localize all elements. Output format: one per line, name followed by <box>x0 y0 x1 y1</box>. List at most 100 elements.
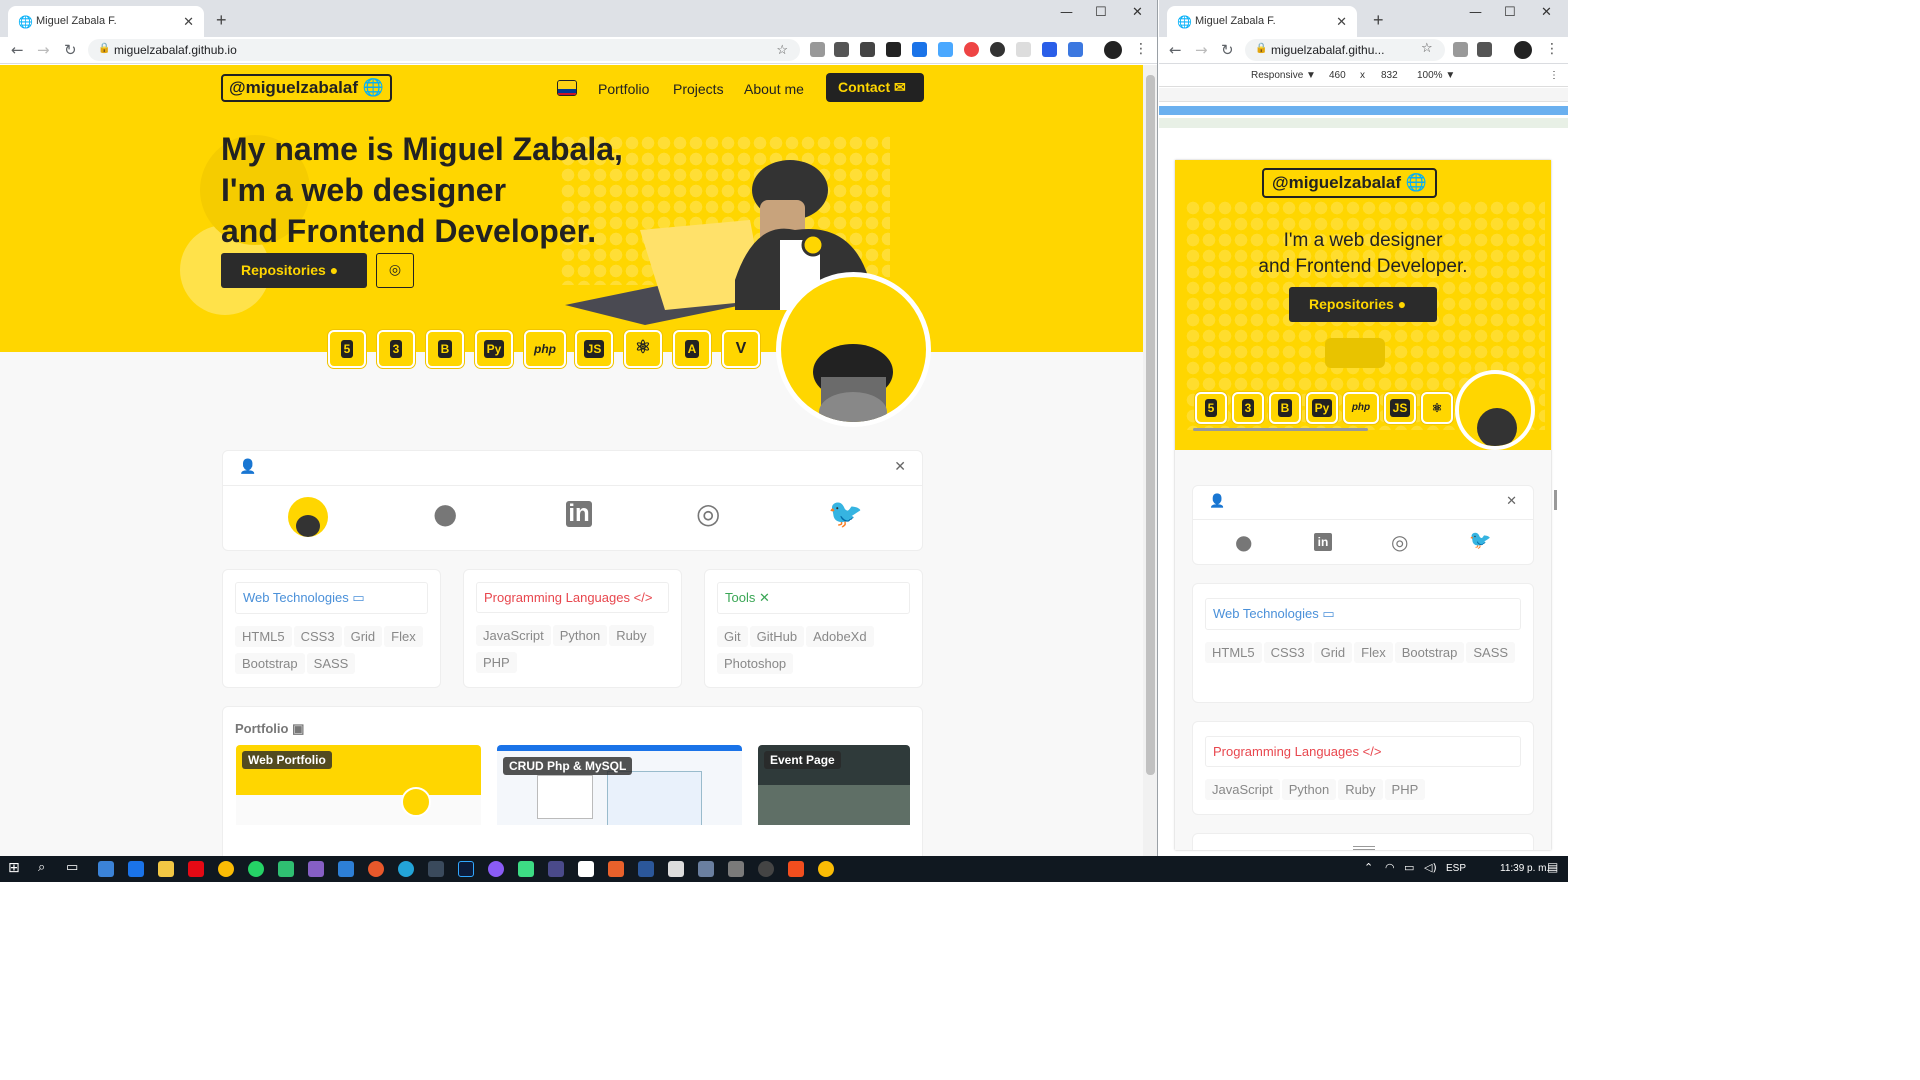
extension-icon-9[interactable] <box>1016 42 1031 57</box>
minimize-button[interactable]: — <box>1060 5 1073 20</box>
wifi-icon[interactable]: ◠ <box>1385 861 1395 874</box>
close-icon[interactable]: ✕ <box>894 459 906 475</box>
app-icon[interactable] <box>398 861 414 877</box>
extension-icon-7[interactable] <box>964 42 979 57</box>
extension-icon-10[interactable] <box>1042 42 1057 57</box>
instagram-icon[interactable]: ◎ <box>696 497 720 530</box>
task-view-icon[interactable]: ▭ <box>66 860 78 875</box>
close-window-button[interactable]: ✕ <box>1132 5 1143 20</box>
portfolio-item-event-page[interactable]: Event Page <box>758 745 910 825</box>
scrollbar-thumb[interactable] <box>1146 75 1155 775</box>
clock[interactable]: 11:39 p. m. <box>1500 863 1549 874</box>
close-window-button[interactable]: ✕ <box>1541 5 1552 20</box>
forward-icon[interactable]: → <box>1195 41 1208 59</box>
new-tab-button[interactable]: + <box>216 10 227 31</box>
repositories-button[interactable]: Repositories ● <box>1289 287 1437 322</box>
volume-icon[interactable]: ◁) <box>1424 861 1437 874</box>
profile-avatar[interactable] <box>1514 41 1532 59</box>
twitter-icon[interactable]: 🐦 <box>828 497 863 530</box>
photoshop-icon[interactable] <box>458 861 474 877</box>
bookmark-star-icon[interactable]: ☆ <box>776 42 788 58</box>
word-icon[interactable] <box>638 861 654 877</box>
extension-icon-11[interactable] <box>1068 42 1083 57</box>
portfolio-item-crud[interactable]: CRUD Php & MySQL <box>497 745 742 825</box>
browser-tab[interactable]: 🌐 Miguel Zabala F. ✕ <box>8 6 204 37</box>
chrome-icon[interactable] <box>818 861 834 877</box>
back-icon[interactable]: ← <box>11 41 24 59</box>
nav-about-me[interactable]: About me <box>744 81 804 97</box>
close-tab-icon[interactable]: ✕ <box>183 14 194 30</box>
forward-icon[interactable]: → <box>37 41 50 59</box>
extension-icon-4[interactable] <box>886 42 901 57</box>
bookmark-star-icon[interactable]: ☆ <box>1421 41 1433 56</box>
maximize-button[interactable]: ☐ <box>1095 5 1107 20</box>
colombia-flag-icon[interactable] <box>557 80 577 96</box>
extension-icon-3[interactable] <box>860 42 875 57</box>
nav-projects[interactable]: Projects <box>673 81 724 97</box>
extension-icon-2[interactable] <box>1477 42 1492 57</box>
repositories-button[interactable]: Repositories ● <box>221 253 367 288</box>
viewport-height-input[interactable]: 832 <box>1381 70 1398 81</box>
nav-portfolio[interactable]: Portfolio <box>598 81 649 97</box>
netflix-icon[interactable] <box>188 861 204 877</box>
profile-avatar[interactable] <box>1104 41 1122 59</box>
notifications-icon[interactable]: ▤ <box>1547 860 1558 874</box>
extension-icon-1[interactable] <box>1453 42 1468 57</box>
mail-app-icon[interactable] <box>98 861 114 877</box>
app-icon[interactable] <box>368 861 384 877</box>
menu-icon[interactable]: ⋮ <box>1134 41 1148 57</box>
app-icon[interactable] <box>488 861 504 877</box>
reload-icon[interactable]: ↻ <box>1221 41 1234 59</box>
reload-icon[interactable]: ↻ <box>64 41 77 59</box>
device-mode-select[interactable]: Responsive ▼ <box>1251 70 1316 81</box>
file-explorer-icon[interactable] <box>158 861 174 877</box>
page-scrollbar[interactable] <box>1143 65 1157 856</box>
windows-start-icon[interactable]: ⊞ <box>8 860 20 876</box>
viewport-width-input[interactable]: 460 <box>1329 70 1346 81</box>
app-icon[interactable] <box>428 861 444 877</box>
figma-icon[interactable] <box>788 861 804 877</box>
app-icon[interactable] <box>548 861 564 877</box>
extension-icon-5[interactable] <box>912 42 927 57</box>
resize-handle-bottom[interactable] <box>1353 846 1375 850</box>
app-icon[interactable] <box>278 861 294 877</box>
github-icon[interactable]: ● <box>1235 530 1252 554</box>
media-query-bar-blue[interactable] <box>1159 106 1568 115</box>
twitter-icon[interactable]: 🐦 <box>1469 530 1491 551</box>
whatsapp-icon[interactable] <box>248 861 264 877</box>
visual-studio-icon[interactable] <box>308 861 324 877</box>
battery-icon[interactable]: ▭ <box>1404 861 1414 874</box>
app-icon[interactable] <box>728 861 744 877</box>
app-icon[interactable] <box>698 861 714 877</box>
address-bar[interactable]: 🔒 miguelzabalaf.githu... <box>1245 39 1445 61</box>
linkedin-icon[interactable]: in <box>1314 533 1332 551</box>
language-indicator[interactable]: ESP <box>1446 863 1466 874</box>
more-options-icon[interactable]: ⋮ <box>1549 70 1559 81</box>
maximize-button[interactable]: ☐ <box>1504 5 1516 20</box>
app-icon[interactable] <box>578 861 594 877</box>
instagram-button[interactable]: ◎ <box>376 253 414 288</box>
extension-icon-1[interactable] <box>810 42 825 57</box>
instagram-icon[interactable]: ◎ <box>1391 530 1408 554</box>
app-icon[interactable] <box>608 861 624 877</box>
brand-logo[interactable]: @miguelzabalaf 🌐 <box>221 74 392 102</box>
extension-icon-6[interactable] <box>938 42 953 57</box>
search-icon[interactable]: ⌕ <box>38 860 45 875</box>
chevron-up-icon[interactable]: ⌃ <box>1364 861 1373 874</box>
brand-logo[interactable]: @miguelzabalaf 🌐 <box>1262 168 1437 198</box>
avatar[interactable] <box>288 497 328 537</box>
extension-icon-8[interactable] <box>990 42 1005 57</box>
new-tab-button[interactable]: + <box>1373 10 1384 31</box>
linkedin-icon[interactable]: in <box>566 501 592 527</box>
browser-tab[interactable]: 🌐 Miguel Zabala F. ✕ <box>1167 6 1357 37</box>
portfolio-item-web-portfolio[interactable]: Web Portfolio <box>236 745 481 825</box>
chrome-icon[interactable] <box>218 861 234 877</box>
menu-icon[interactable]: ⋮ <box>1545 41 1559 57</box>
contact-button[interactable]: Contact ✉ <box>826 73 924 102</box>
android-studio-icon[interactable] <box>518 861 534 877</box>
extension-icon-2[interactable] <box>834 42 849 57</box>
app-icon[interactable] <box>758 861 774 877</box>
vscode-icon[interactable] <box>338 861 354 877</box>
back-icon[interactable]: ← <box>1169 41 1182 59</box>
close-icon[interactable]: ✕ <box>1506 494 1517 509</box>
